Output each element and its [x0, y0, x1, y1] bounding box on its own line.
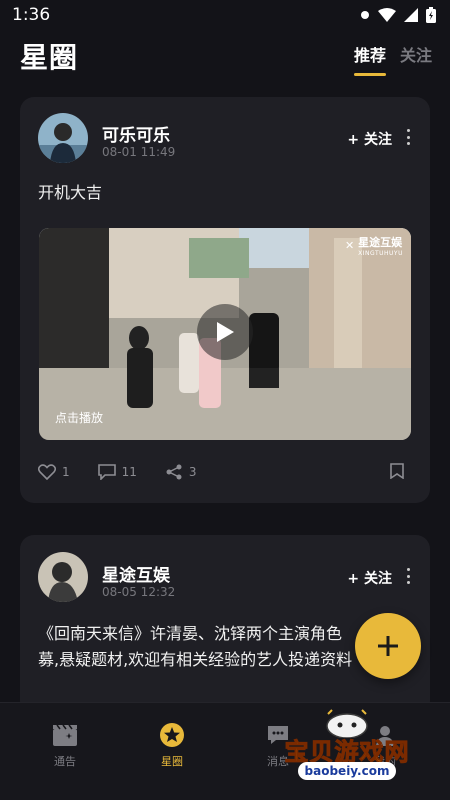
tab-following[interactable]: 关注	[400, 42, 432, 76]
avatar[interactable]	[38, 113, 88, 163]
header-tabs: 推荐 关注	[353, 42, 432, 76]
play-button[interactable]	[197, 304, 253, 360]
more-options-icon[interactable]	[400, 566, 416, 586]
nav-item-notices[interactable]: 通告	[25, 721, 105, 769]
video-watermark: ✕ 星途互娱 XINGTUHUYU	[344, 236, 403, 257]
star-circle-icon	[160, 723, 184, 747]
plus-icon	[378, 636, 398, 656]
clapperboard-icon	[53, 724, 77, 746]
site-watermark-logo: 宝贝游戏网 baobeiy.com	[272, 706, 422, 791]
post-actions: 1 11 3	[38, 461, 412, 483]
like-button[interactable]: 1	[38, 464, 70, 480]
follow-button[interactable]: + 关注	[347, 129, 392, 149]
post-text: 开机大吉	[38, 183, 103, 202]
share-count: 3	[188, 465, 197, 479]
notification-dot-icon	[361, 11, 369, 19]
tab-recommended[interactable]: 推荐	[353, 42, 386, 76]
signal-icon	[404, 8, 418, 22]
comment-button[interactable]: 11	[97, 464, 137, 480]
post-card[interactable]: 可乐可乐 08-01 11:49 + 关注 开机大吉 ✕ 星途互娱 XINGTU…	[20, 97, 430, 503]
header: 星圈 推荐 关注	[0, 30, 450, 86]
video-player[interactable]: ✕ 星途互娱 XINGTUHUYU 点击播放	[39, 228, 411, 440]
create-post-button[interactable]	[355, 613, 421, 679]
like-count: 1	[62, 465, 70, 479]
site-logo-url: baobeiy.com	[298, 762, 396, 780]
comment-icon	[97, 464, 116, 480]
status-time: 1:36	[12, 5, 51, 25]
play-hint: 点击播放	[55, 411, 104, 425]
follow-button[interactable]: + 关注	[347, 568, 392, 588]
post-text-line: 《回南天来信》许清晏、沈铎两个主演角色	[38, 624, 343, 643]
x-logo-icon: ✕	[344, 239, 355, 252]
bookmark-icon[interactable]	[390, 463, 404, 479]
nav-label: 通告	[54, 755, 76, 768]
user-name[interactable]: 可乐可乐	[102, 121, 170, 146]
post-time: 08-05 12:32	[102, 585, 176, 599]
comment-count: 11	[121, 465, 137, 479]
share-icon	[166, 464, 182, 480]
more-options-icon[interactable]	[400, 127, 416, 147]
nav-item-star-circle[interactable]: 星圈	[132, 721, 212, 769]
avatar[interactable]	[38, 552, 88, 602]
battery-icon	[426, 7, 436, 23]
nav-label: 星圈	[161, 755, 183, 768]
post-text: 《回南天来信》许清晏、沈铎两个主演角色 募,悬疑题材,欢迎有相关经验的艺人投递资…	[38, 621, 380, 673]
post-time: 08-01 11:49	[102, 145, 176, 159]
share-button[interactable]: 3	[165, 464, 197, 480]
wifi-icon	[378, 8, 396, 22]
status-icons	[360, 7, 436, 23]
status-bar: 1:36	[0, 0, 450, 30]
post-text-line: 募,悬疑题材,欢迎有相关经验的艺人投递资料	[38, 650, 353, 669]
play-icon	[217, 322, 234, 342]
user-name[interactable]: 星途互娱	[102, 561, 170, 586]
page-title: 星圈	[20, 41, 79, 74]
heart-icon	[38, 464, 56, 480]
